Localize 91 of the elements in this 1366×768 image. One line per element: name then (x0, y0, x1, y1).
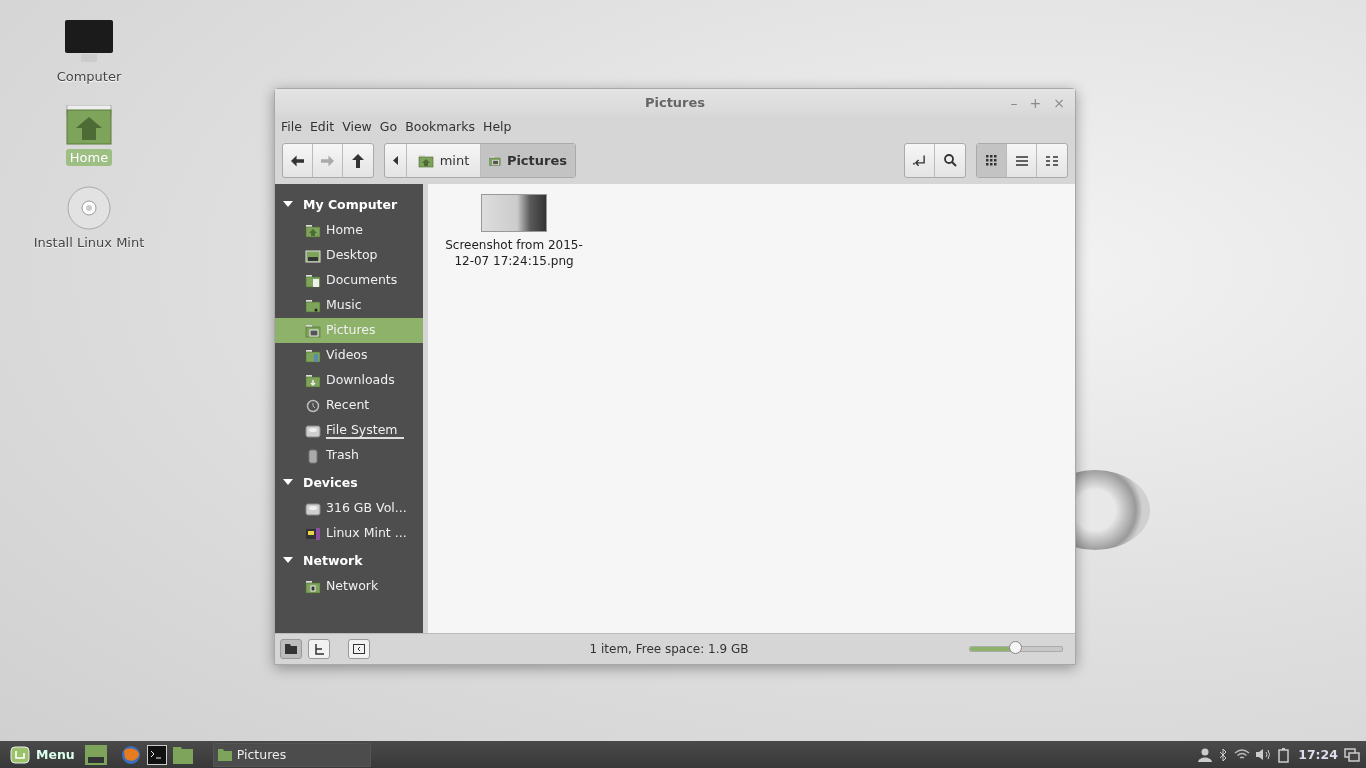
folder-icon (217, 748, 232, 761)
window-title: Pictures (644, 95, 706, 110)
drive-icon (305, 500, 321, 517)
breadcrumb-button[interactable]: Pictures (481, 144, 575, 177)
menu-item[interactable]: File (279, 119, 308, 134)
sidebar-item[interactable]: Home (275, 218, 423, 243)
sidebar-item-label: Trash (326, 447, 360, 464)
side-pane-button[interactable] (280, 639, 302, 659)
view-mode-button[interactable] (977, 144, 1007, 177)
monitor-icon (65, 20, 113, 64)
collapse-triangle-icon (283, 479, 293, 485)
sidebar-item[interactable]: Linux Mint ... (275, 521, 423, 546)
collapse-triangle-icon (283, 557, 293, 563)
documents-folder-icon (305, 272, 321, 289)
taskbar-window-button[interactable]: Pictures (212, 742, 371, 767)
sidebar-item-label: Documents (326, 272, 398, 289)
terminal-launcher-icon (146, 744, 167, 765)
sidebar-item-label: Network (326, 578, 379, 595)
sidebar-section-heading[interactable]: Network (303, 552, 363, 568)
panel-launcher-icon (84, 744, 107, 765)
status-text: 1 item, Free space: 1.9 GB (588, 642, 750, 656)
sidebar-item-label: Music (326, 297, 362, 314)
recent-icon (305, 397, 321, 414)
desktop-icon (305, 247, 321, 264)
sidebar-section-heading[interactable]: My Computer (303, 196, 398, 212)
side-pane-button[interactable] (308, 639, 330, 659)
tree-icon (313, 643, 325, 655)
disc-icon (67, 186, 111, 230)
menu-item[interactable]: Go (377, 119, 404, 134)
folder-launcher-icon (172, 745, 193, 764)
desktop-icon-label[interactable]: Computer (52, 68, 126, 85)
sidebar-section-heading[interactable]: Devices (303, 474, 358, 490)
file-name[interactable]: Screenshot from 2015-12-07 17:24:15.png (444, 237, 584, 269)
browser-launcher-icon (120, 744, 141, 765)
volume-icon (1256, 748, 1273, 761)
sidebar-item-label: Desktop (326, 247, 378, 264)
sidebar-item-label: Home (326, 222, 363, 239)
pictures-folder-icon (305, 322, 321, 339)
list-view-icon (1015, 155, 1028, 166)
menu-button[interactable]: Menu (6, 745, 79, 764)
left-caret-icon (393, 156, 398, 165)
sidebar-item-label: Linux Mint ... (326, 525, 407, 542)
sidebar-item[interactable]: Recent (275, 393, 423, 418)
sidebar-item-label: Downloads (326, 372, 395, 389)
sidebar-item[interactable]: Downloads (275, 368, 423, 393)
image-thumbnail[interactable] (481, 194, 547, 232)
forward-arrow-icon (321, 154, 334, 167)
menu-item[interactable]: Help (481, 119, 518, 134)
hide-sidebar-button[interactable] (348, 639, 370, 659)
grid-view-icon (986, 155, 997, 166)
desktop-icon-label[interactable]: Install Linux Mint (29, 234, 149, 251)
up-arrow-icon (352, 153, 364, 168)
menu-item[interactable]: Bookmarks (403, 119, 481, 134)
search-icon (943, 154, 957, 167)
sidebar-item-label: Pictures (326, 322, 376, 339)
workspace-icon (1344, 747, 1360, 762)
sidebar-item[interactable]: Desktop (275, 243, 423, 268)
menu-item[interactable]: View (340, 119, 378, 134)
folder-icon (285, 644, 297, 654)
home-folder-icon (305, 222, 321, 239)
videos-folder-icon (305, 347, 321, 364)
sidebar-item-label: Videos (326, 347, 368, 364)
sidebar-item-label: Recent (326, 397, 370, 414)
home-folder-icon (66, 105, 112, 145)
sidebar-toggle-icon (353, 644, 365, 654)
user-icon (1198, 747, 1213, 762)
sidebar-item[interactable]: Network (275, 574, 423, 599)
sidebar-item[interactable]: File System (275, 418, 423, 443)
media-drive-icon (305, 525, 321, 542)
downloads-folder-icon (305, 372, 321, 389)
compact-view-icon (1046, 155, 1058, 166)
bluetooth-icon (1218, 747, 1229, 762)
sidebar-item-label: File System (326, 422, 404, 439)
return-arrow-icon (913, 154, 926, 167)
music-folder-icon (305, 297, 321, 314)
sidebar-item[interactable]: Music (275, 293, 423, 318)
home-folder-icon (417, 152, 434, 169)
network-folder-icon (305, 578, 321, 595)
mint-logo-icon (10, 745, 30, 764)
menu-item[interactable]: Edit (307, 119, 341, 134)
trash-icon (305, 447, 321, 464)
sidebar-item-label: 316 GB Vol... (326, 500, 407, 517)
back-arrow-icon (291, 154, 304, 167)
sidebar-item[interactable]: Videos (275, 343, 423, 368)
sidebar-item[interactable]: Documents (275, 268, 423, 293)
sidebar-item[interactable]: Trash (275, 443, 423, 468)
clock[interactable]: 17:24 (1298, 747, 1338, 762)
wifi-icon (1234, 748, 1251, 761)
collapse-triangle-icon (283, 201, 293, 207)
sidebar-item[interactable]: 316 GB Vol... (275, 496, 423, 521)
drive-icon (305, 422, 321, 439)
